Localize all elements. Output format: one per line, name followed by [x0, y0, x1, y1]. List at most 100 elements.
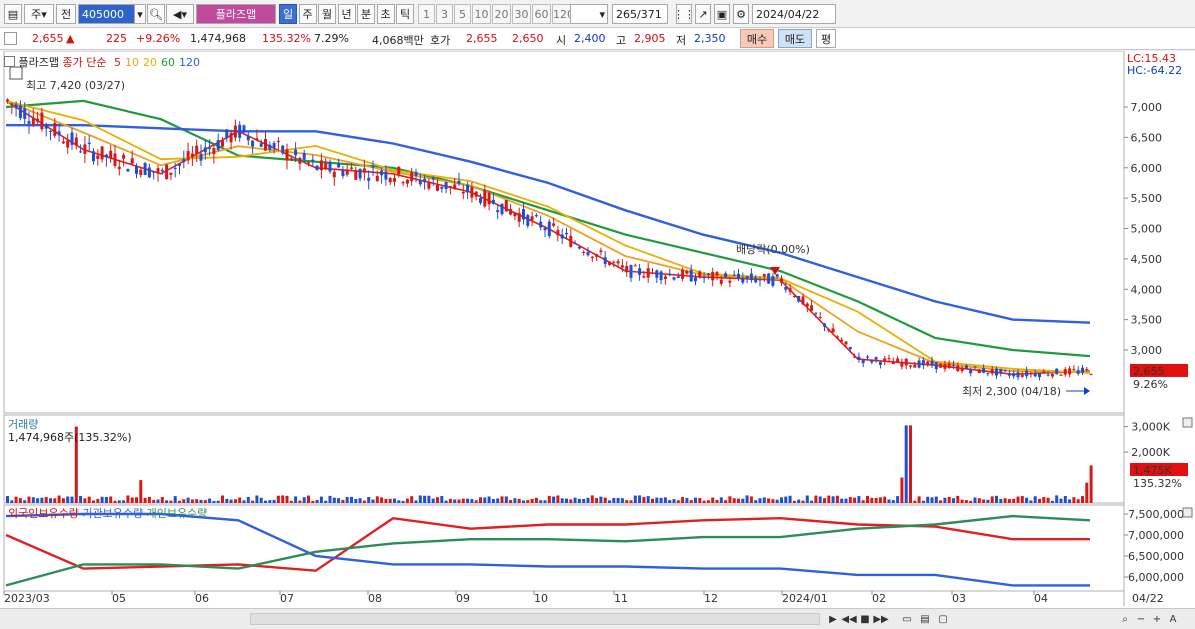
volume-bar: [70, 496, 74, 503]
settings-icon[interactable]: ⚙: [733, 4, 749, 24]
candle-body: [36, 118, 40, 122]
chart-canvas[interactable]: 7,000 6,500 6,000 5,500 5,000 4,500 4,000 3,500…: [0, 50, 1195, 609]
volume-bar: [165, 500, 169, 503]
volume-bar: [711, 497, 715, 503]
volume-bar: [737, 498, 740, 503]
candle-body: [255, 138, 259, 141]
high-price: 2,905: [634, 32, 666, 45]
volume-bar: [582, 499, 586, 503]
candle-body: [749, 273, 753, 281]
volume-bar: [956, 495, 960, 503]
volume-bar: [436, 497, 439, 503]
volume-bar: [66, 496, 70, 503]
stock-code-input[interactable]: 405000: [78, 4, 136, 24]
stop-icon[interactable]: ■: [858, 612, 872, 626]
search-icon[interactable]: 🔍︎: [147, 4, 165, 24]
scroll-thumb[interactable]: [250, 613, 820, 625]
volume-bar: [762, 497, 766, 503]
candle-body: [1042, 371, 1046, 373]
mode-select[interactable]: 주 ▾: [24, 4, 54, 24]
grid-icon[interactable]: ⋮⋮: [673, 4, 695, 24]
stock-name-field[interactable]: 플라즈맵: [196, 4, 276, 24]
volume-bar: [384, 498, 388, 503]
candle-body: [552, 223, 556, 226]
zoom-in-icon[interactable]: +: [1150, 612, 1164, 626]
speaker-icon[interactable]: ◀▾: [166, 4, 194, 24]
candle-body: [1046, 374, 1050, 376]
candle-body: [57, 131, 61, 136]
candle-body: [878, 362, 882, 365]
candle-body: [332, 171, 336, 178]
sell-button[interactable]: 매도: [778, 29, 812, 48]
period-button[interactable]: 월: [318, 4, 336, 24]
volume-bar: [539, 500, 543, 503]
quote-checkbox[interactable]: [4, 32, 17, 45]
candle-body: [857, 356, 861, 359]
candle-body: [195, 145, 199, 155]
candle-body: [960, 367, 964, 372]
tick-interval-button[interactable]: 1: [418, 4, 435, 24]
chart-area[interactable]: 7,000 6,500 6,000 5,500 5,000 4,500 4,000 3,500…: [0, 50, 1195, 609]
candle-body: [1063, 369, 1067, 375]
candle-body: [921, 360, 925, 366]
split-icon[interactable]: ▤: [918, 612, 932, 626]
candle-body: [633, 265, 637, 267]
code-dropdown-icon[interactable]: ▾: [134, 4, 146, 24]
date-field[interactable]: 2024/04/22: [752, 4, 836, 24]
layout-icon[interactable]: ▭: [900, 612, 914, 626]
tick-interval-button[interactable]: 5: [454, 4, 471, 24]
candle-body: [663, 276, 667, 279]
draw-icon[interactable]: ↗: [695, 4, 711, 24]
chart-scrollbar[interactable]: ▶ ◀◀ ■ ▶▶ ▭ ▤ ▢ ⌕ − + A: [0, 608, 1195, 629]
panel-toggle-icon[interactable]: [4, 56, 15, 67]
candle-body: [14, 104, 18, 109]
volume-bar: [560, 498, 564, 503]
period-button[interactable]: 틱: [396, 4, 414, 24]
x-axis-label: 2024/01: [782, 592, 828, 605]
tick-interval-button[interactable]: 10: [472, 4, 491, 24]
tick-interval-button[interactable]: 60: [532, 4, 551, 24]
volume-bar: [986, 499, 990, 503]
volume-bar: [577, 498, 581, 503]
volume-bar: [18, 498, 22, 503]
tick-interval-button[interactable]: 20: [492, 4, 511, 24]
prev-button[interactable]: 전: [56, 4, 76, 24]
candle-body: [874, 357, 878, 360]
scroll-right-icon[interactable]: ▶: [826, 612, 840, 626]
count-field[interactable]: 265/371: [612, 4, 668, 24]
volume-bar: [939, 500, 943, 503]
forward-icon[interactable]: ▶▶: [873, 612, 888, 626]
tick-interval-button[interactable]: 30: [512, 4, 531, 24]
eval-button[interactable]: 평: [816, 29, 836, 48]
rewind-icon[interactable]: ◀◀: [841, 612, 856, 626]
chart-type-icon[interactable]: ▤: [4, 4, 22, 24]
zoom-out-icon[interactable]: −: [1134, 612, 1148, 626]
volume-bar: [414, 500, 418, 503]
quote-bar: 2,655 ▲ 225 +9.26% 1,474,968 135.32% 7.2…: [0, 28, 1195, 50]
font-size-icon[interactable]: A: [1166, 612, 1180, 626]
volume-bar: [440, 496, 444, 503]
last-price-tag: 2,655: [1133, 365, 1165, 378]
period-button[interactable]: 분: [357, 4, 375, 24]
period-button[interactable]: 주: [298, 4, 317, 24]
candle-body: [612, 261, 616, 263]
candle-body: [775, 274, 779, 277]
candle-body: [913, 364, 917, 368]
tick-interval-button[interactable]: 3: [436, 4, 453, 24]
zoom-icon[interactable]: ⌕: [1118, 612, 1132, 626]
x-axis-label: 02: [872, 592, 886, 605]
x-axis-label: 08: [368, 592, 382, 605]
period-button[interactable]: 초: [376, 4, 395, 24]
candle-body: [448, 186, 452, 188]
volume-bar: [427, 495, 431, 503]
volume-bar: [947, 496, 951, 503]
tick-select[interactable]: ▾: [570, 4, 608, 24]
candle-body: [27, 121, 31, 124]
period-button[interactable]: 일: [279, 4, 297, 24]
save-icon[interactable]: ▣: [714, 4, 730, 24]
candle-body: [831, 328, 835, 333]
window-icon[interactable]: ▢: [936, 612, 950, 626]
period-button[interactable]: 년: [337, 4, 356, 24]
buy-button[interactable]: 매수: [740, 29, 774, 48]
candle-body: [917, 360, 921, 368]
